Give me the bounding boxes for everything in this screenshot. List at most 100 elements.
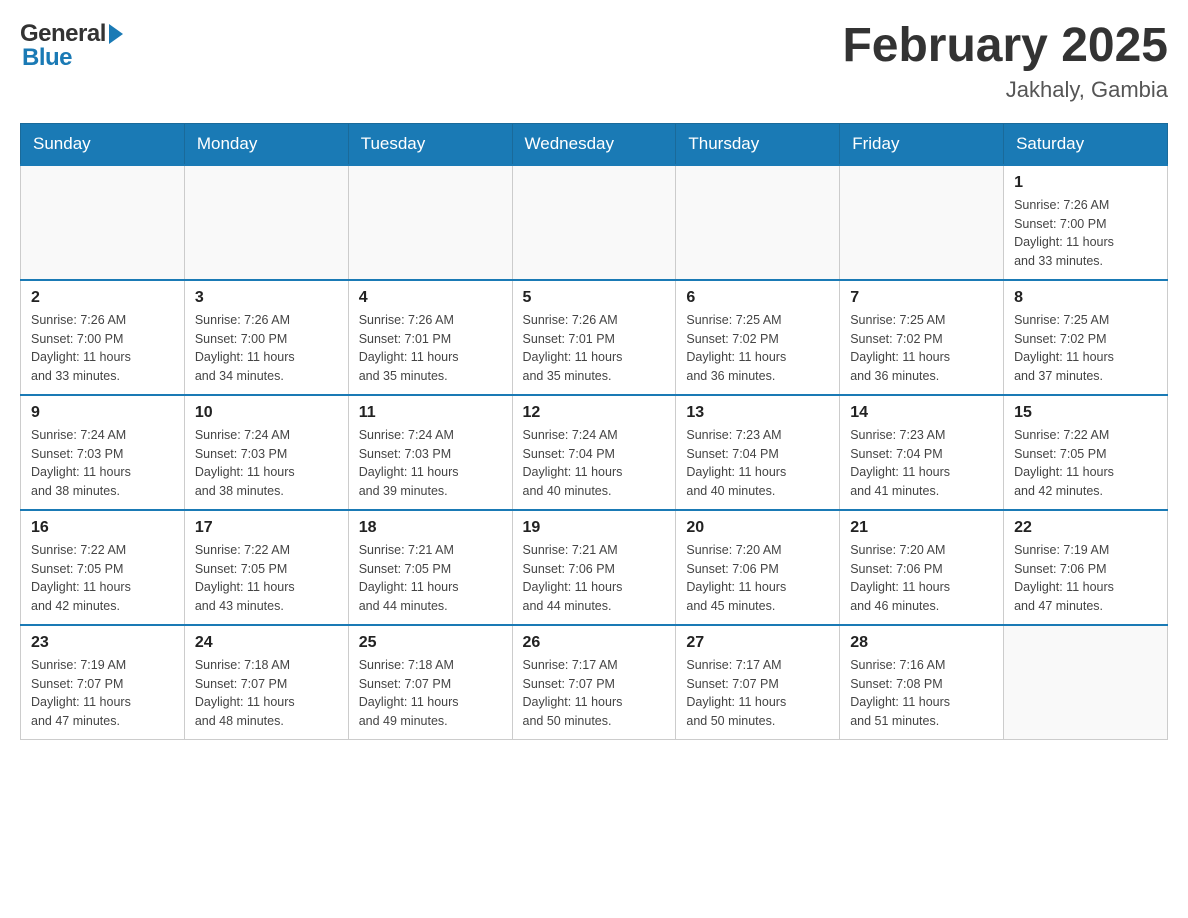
calendar-week-row: 9 Sunrise: 7:24 AM Sunset: 7:03 PM Daylig…: [21, 395, 1168, 510]
day-number: 5: [523, 289, 666, 307]
logo: General Blue: [20, 20, 123, 72]
day-info: Sunrise: 7:25 AM Sunset: 7:02 PM Dayligh…: [850, 311, 993, 386]
day-header-sunday: Sunday: [21, 123, 185, 165]
calendar-cell: 13 Sunrise: 7:23 AM Sunset: 7:04 PM Dayli…: [676, 395, 840, 510]
day-info: Sunrise: 7:20 AM Sunset: 7:06 PM Dayligh…: [686, 541, 829, 616]
calendar-cell: 10 Sunrise: 7:24 AM Sunset: 7:03 PM Dayli…: [184, 395, 348, 510]
day-number: 1: [1014, 174, 1157, 192]
day-number: 20: [686, 519, 829, 537]
day-info: Sunrise: 7:21 AM Sunset: 7:06 PM Dayligh…: [523, 541, 666, 616]
page-subtitle: Jakhaly, Gambia: [842, 77, 1168, 103]
calendar-cell: 23 Sunrise: 7:19 AM Sunset: 7:07 PM Dayli…: [21, 625, 185, 740]
calendar-cell: 21 Sunrise: 7:20 AM Sunset: 7:06 PM Dayli…: [840, 510, 1004, 625]
day-info: Sunrise: 7:18 AM Sunset: 7:07 PM Dayligh…: [359, 656, 502, 731]
calendar-cell: 11 Sunrise: 7:24 AM Sunset: 7:03 PM Dayli…: [348, 395, 512, 510]
day-number: 3: [195, 289, 338, 307]
logo-arrow-icon: [109, 24, 123, 44]
day-number: 22: [1014, 519, 1157, 537]
calendar-cell: 18 Sunrise: 7:21 AM Sunset: 7:05 PM Dayli…: [348, 510, 512, 625]
day-number: 19: [523, 519, 666, 537]
day-info: Sunrise: 7:26 AM Sunset: 7:00 PM Dayligh…: [31, 311, 174, 386]
day-header-thursday: Thursday: [676, 123, 840, 165]
day-number: 12: [523, 404, 666, 422]
calendar-cell: 16Sunrise: 7:22 AM Sunset: 7:05 PM Dayli…: [21, 510, 185, 625]
page-title: February 2025: [842, 20, 1168, 73]
day-header-friday: Friday: [840, 123, 1004, 165]
calendar-cell: 27 Sunrise: 7:17 AM Sunset: 7:07 PM Dayli…: [676, 625, 840, 740]
calendar-cell: [348, 165, 512, 280]
day-info: Sunrise: 7:24 AM Sunset: 7:04 PM Dayligh…: [523, 426, 666, 501]
day-number: 4: [359, 289, 502, 307]
calendar-cell: 17 Sunrise: 7:22 AM Sunset: 7:05 PM Dayli…: [184, 510, 348, 625]
day-info: Sunrise: 7:16 AM Sunset: 7:08 PM Dayligh…: [850, 656, 993, 731]
day-number: 10: [195, 404, 338, 422]
day-header-saturday: Saturday: [1004, 123, 1168, 165]
day-info: Sunrise: 7:23 AM Sunset: 7:04 PM Dayligh…: [850, 426, 993, 501]
calendar-cell: 25 Sunrise: 7:18 AM Sunset: 7:07 PM Dayli…: [348, 625, 512, 740]
day-info: Sunrise: 7:22 AM Sunset: 7:05 PM Dayligh…: [1014, 426, 1157, 501]
calendar-cell: 12 Sunrise: 7:24 AM Sunset: 7:04 PM Dayli…: [512, 395, 676, 510]
day-number: 7: [850, 289, 993, 307]
calendar-cell: 8Sunrise: 7:25 AM Sunset: 7:02 PM Daylig…: [1004, 280, 1168, 395]
day-info: Sunrise: 7:18 AM Sunset: 7:07 PM Dayligh…: [195, 656, 338, 731]
day-number: 18: [359, 519, 502, 537]
day-number: 26: [523, 634, 666, 652]
day-info: Sunrise: 7:22 AM Sunset: 7:05 PM Dayligh…: [195, 541, 338, 616]
day-number: 8: [1014, 289, 1157, 307]
day-info: Sunrise: 7:25 AM Sunset: 7:02 PM Dayligh…: [686, 311, 829, 386]
day-info: Sunrise: 7:17 AM Sunset: 7:07 PM Dayligh…: [686, 656, 829, 731]
day-info: Sunrise: 7:26 AM Sunset: 7:01 PM Dayligh…: [359, 311, 502, 386]
calendar-cell: 20 Sunrise: 7:20 AM Sunset: 7:06 PM Dayli…: [676, 510, 840, 625]
page-header: General Blue February 2025 Jakhaly, Gamb…: [20, 20, 1168, 103]
calendar-cell: 15Sunrise: 7:22 AM Sunset: 7:05 PM Dayli…: [1004, 395, 1168, 510]
calendar-cell: 1 Sunrise: 7:26 AM Sunset: 7:00 PM Daylig…: [1004, 165, 1168, 280]
day-number: 11: [359, 404, 502, 422]
calendar-header-row: SundayMondayTuesdayWednesdayThursdayFrid…: [21, 123, 1168, 165]
day-number: 24: [195, 634, 338, 652]
calendar-cell: [840, 165, 1004, 280]
day-info: Sunrise: 7:24 AM Sunset: 7:03 PM Dayligh…: [359, 426, 502, 501]
calendar-cell: 28 Sunrise: 7:16 AM Sunset: 7:08 PM Dayli…: [840, 625, 1004, 740]
calendar-cell: 24 Sunrise: 7:18 AM Sunset: 7:07 PM Dayli…: [184, 625, 348, 740]
calendar-cell: 5 Sunrise: 7:26 AM Sunset: 7:01 PM Daylig…: [512, 280, 676, 395]
day-info: Sunrise: 7:24 AM Sunset: 7:03 PM Dayligh…: [31, 426, 174, 501]
day-info: Sunrise: 7:24 AM Sunset: 7:03 PM Dayligh…: [195, 426, 338, 501]
calendar-cell: 19 Sunrise: 7:21 AM Sunset: 7:06 PM Dayli…: [512, 510, 676, 625]
day-number: 21: [850, 519, 993, 537]
calendar-cell: [184, 165, 348, 280]
day-header-monday: Monday: [184, 123, 348, 165]
calendar-table: SundayMondayTuesdayWednesdayThursdayFrid…: [20, 123, 1168, 740]
day-number: 25: [359, 634, 502, 652]
day-info: Sunrise: 7:26 AM Sunset: 7:01 PM Dayligh…: [523, 311, 666, 386]
day-header-tuesday: Tuesday: [348, 123, 512, 165]
day-header-wednesday: Wednesday: [512, 123, 676, 165]
day-info: Sunrise: 7:19 AM Sunset: 7:06 PM Dayligh…: [1014, 541, 1157, 616]
day-info: Sunrise: 7:23 AM Sunset: 7:04 PM Dayligh…: [686, 426, 829, 501]
day-number: 13: [686, 404, 829, 422]
calendar-week-row: 16Sunrise: 7:22 AM Sunset: 7:05 PM Dayli…: [21, 510, 1168, 625]
day-number: 2: [31, 289, 174, 307]
calendar-cell: [21, 165, 185, 280]
calendar-cell: 14 Sunrise: 7:23 AM Sunset: 7:04 PM Dayli…: [840, 395, 1004, 510]
day-number: 23: [31, 634, 174, 652]
title-block: February 2025 Jakhaly, Gambia: [842, 20, 1168, 103]
day-number: 6: [686, 289, 829, 307]
day-info: Sunrise: 7:19 AM Sunset: 7:07 PM Dayligh…: [31, 656, 174, 731]
calendar-week-row: 23 Sunrise: 7:19 AM Sunset: 7:07 PM Dayli…: [21, 625, 1168, 740]
day-number: 17: [195, 519, 338, 537]
day-info: Sunrise: 7:26 AM Sunset: 7:00 PM Dayligh…: [1014, 196, 1157, 271]
calendar-cell: [1004, 625, 1168, 740]
day-number: 14: [850, 404, 993, 422]
day-info: Sunrise: 7:21 AM Sunset: 7:05 PM Dayligh…: [359, 541, 502, 616]
day-number: 27: [686, 634, 829, 652]
day-info: Sunrise: 7:22 AM Sunset: 7:05 PM Dayligh…: [31, 541, 174, 616]
day-info: Sunrise: 7:17 AM Sunset: 7:07 PM Dayligh…: [523, 656, 666, 731]
calendar-cell: 3Sunrise: 7:26 AM Sunset: 7:00 PM Daylig…: [184, 280, 348, 395]
calendar-week-row: 1 Sunrise: 7:26 AM Sunset: 7:00 PM Daylig…: [21, 165, 1168, 280]
calendar-cell: 7 Sunrise: 7:25 AM Sunset: 7:02 PM Daylig…: [840, 280, 1004, 395]
calendar-cell: 9 Sunrise: 7:24 AM Sunset: 7:03 PM Daylig…: [21, 395, 185, 510]
day-number: 9: [31, 404, 174, 422]
calendar-cell: 26 Sunrise: 7:17 AM Sunset: 7:07 PM Dayli…: [512, 625, 676, 740]
day-info: Sunrise: 7:20 AM Sunset: 7:06 PM Dayligh…: [850, 541, 993, 616]
day-number: 28: [850, 634, 993, 652]
